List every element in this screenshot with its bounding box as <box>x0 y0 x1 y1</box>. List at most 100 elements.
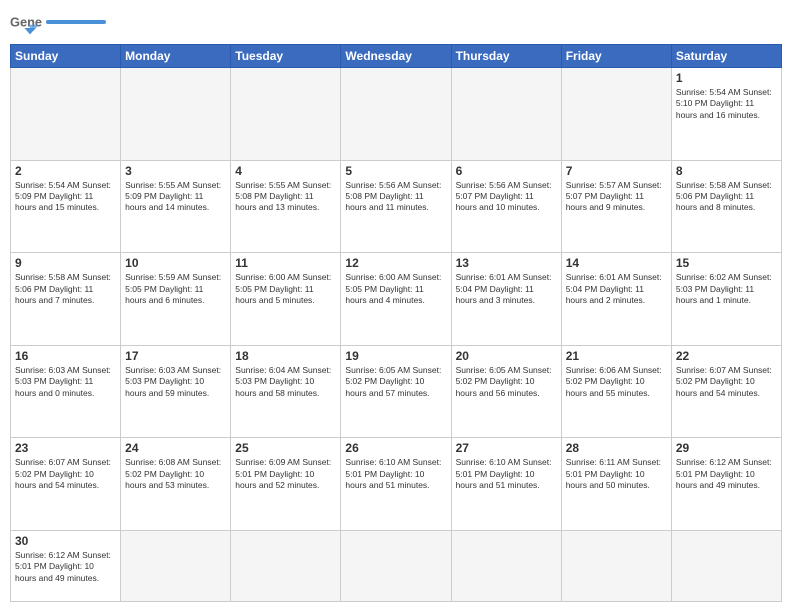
calendar-header-row: Sunday Monday Tuesday Wednesday Thursday… <box>11 45 782 68</box>
calendar-cell: 19Sunrise: 6:05 AM Sunset: 5:02 PM Dayli… <box>341 345 451 438</box>
calendar-cell: 18Sunrise: 6:04 AM Sunset: 5:03 PM Dayli… <box>231 345 341 438</box>
calendar-table: Sunday Monday Tuesday Wednesday Thursday… <box>10 44 782 602</box>
calendar-cell: 8Sunrise: 5:58 AM Sunset: 5:06 PM Daylig… <box>671 160 781 253</box>
page: General Sunday Monday Tuesday <box>0 0 792 612</box>
calendar-cell: 20 Sunrise: 6:05 AM Sunset: 5:02 PM Dayli… <box>451 345 561 438</box>
date-number: 14 <box>566 256 667 270</box>
calendar-cell: 26 Sunrise: 6:10 AM Sunset: 5:01 PM Dayli… <box>341 438 451 531</box>
calendar-cell <box>341 530 451 601</box>
cell-info: Sunrise: 5:57 AM Sunset: 5:07 PM Dayligh… <box>566 180 667 214</box>
cell-info: Sunrise: 5:56 AM Sunset: 5:07 PM Dayligh… <box>456 180 557 214</box>
calendar-cell <box>451 68 561 161</box>
calendar-cell: 15Sunrise: 6:02 AM Sunset: 5:03 PM Dayli… <box>671 253 781 346</box>
header-thursday: Thursday <box>451 45 561 68</box>
calendar-cell: 10Sunrise: 5:59 AM Sunset: 5:05 PM Dayli… <box>121 253 231 346</box>
date-number: 29 <box>676 441 777 455</box>
calendar-cell: 2 Sunrise: 5:54 AM Sunset: 5:09 PM Daylig… <box>11 160 121 253</box>
calendar-cell <box>231 530 341 601</box>
calendar-cell <box>561 68 671 161</box>
calendar-cell: 24 Sunrise: 6:08 AM Sunset: 5:02 PM Dayli… <box>121 438 231 531</box>
calendar-week-row: 30 Sunrise: 6:12 AM Sunset: 5:01 PM Dayli… <box>11 530 782 601</box>
calendar-cell: 22 Sunrise: 6:07 AM Sunset: 5:02 PM Dayli… <box>671 345 781 438</box>
cell-info: Sunrise: 6:07 AM Sunset: 5:02 PM Dayligh… <box>15 457 116 491</box>
cell-info: Sunrise: 6:12 AM Sunset: 5:01 PM Dayligh… <box>676 457 777 491</box>
calendar-cell: 14 Sunrise: 6:01 AM Sunset: 5:04 PM Dayli… <box>561 253 671 346</box>
logo-underline <box>46 16 106 28</box>
calendar-cell: 12Sunrise: 6:00 AM Sunset: 5:05 PM Dayli… <box>341 253 451 346</box>
cell-info: Sunrise: 6:12 AM Sunset: 5:01 PM Dayligh… <box>15 550 116 584</box>
date-number: 8 <box>676 164 777 178</box>
cell-info: Sunrise: 6:03 AM Sunset: 5:03 PM Dayligh… <box>125 365 226 399</box>
calendar-week-row: 1 Sunrise: 5:54 AM Sunset: 5:10 PM Daylig… <box>11 68 782 161</box>
date-number: 11 <box>235 256 336 270</box>
cell-info: Sunrise: 5:55 AM Sunset: 5:09 PM Dayligh… <box>125 180 226 214</box>
date-number: 2 <box>15 164 116 178</box>
header-wednesday: Wednesday <box>341 45 451 68</box>
cell-info: Sunrise: 6:07 AM Sunset: 5:02 PM Dayligh… <box>676 365 777 399</box>
calendar-week-row: 9 Sunrise: 5:58 AM Sunset: 5:06 PM Daylig… <box>11 253 782 346</box>
date-number: 20 <box>456 349 557 363</box>
date-number: 19 <box>345 349 446 363</box>
date-number: 21 <box>566 349 667 363</box>
calendar-cell: 3 Sunrise: 5:55 AM Sunset: 5:09 PM Daylig… <box>121 160 231 253</box>
date-number: 27 <box>456 441 557 455</box>
header-monday: Monday <box>121 45 231 68</box>
calendar-cell <box>671 530 781 601</box>
calendar-week-row: 2 Sunrise: 5:54 AM Sunset: 5:09 PM Daylig… <box>11 160 782 253</box>
calendar-cell <box>231 68 341 161</box>
date-number: 28 <box>566 441 667 455</box>
calendar-cell <box>11 68 121 161</box>
calendar-cell: 5Sunrise: 5:56 AM Sunset: 5:08 PM Daylig… <box>341 160 451 253</box>
cell-info: Sunrise: 6:05 AM Sunset: 5:02 PM Dayligh… <box>456 365 557 399</box>
calendar-cell: 23 Sunrise: 6:07 AM Sunset: 5:02 PM Dayli… <box>11 438 121 531</box>
date-number: 24 <box>125 441 226 455</box>
date-number: 1 <box>676 71 777 85</box>
calendar-cell: 27 Sunrise: 6:10 AM Sunset: 5:01 PM Dayli… <box>451 438 561 531</box>
cell-info: Sunrise: 5:55 AM Sunset: 5:08 PM Dayligh… <box>235 180 336 214</box>
cell-info: Sunrise: 6:09 AM Sunset: 5:01 PM Dayligh… <box>235 457 336 491</box>
header: General <box>10 10 782 38</box>
logo-icon: General <box>10 10 42 38</box>
calendar-cell: 4 Sunrise: 5:55 AM Sunset: 5:08 PM Daylig… <box>231 160 341 253</box>
cell-info: Sunrise: 6:10 AM Sunset: 5:01 PM Dayligh… <box>456 457 557 491</box>
cell-info: Sunrise: 5:56 AM Sunset: 5:08 PM Dayligh… <box>345 180 446 214</box>
date-number: 4 <box>235 164 336 178</box>
calendar-cell <box>121 530 231 601</box>
cell-info: Sunrise: 5:58 AM Sunset: 5:06 PM Dayligh… <box>15 272 116 306</box>
date-number: 30 <box>15 534 116 548</box>
header-sunday: Sunday <box>11 45 121 68</box>
cell-info: Sunrise: 5:54 AM Sunset: 5:09 PM Dayligh… <box>15 180 116 214</box>
calendar-cell: 29 Sunrise: 6:12 AM Sunset: 5:01 PM Dayli… <box>671 438 781 531</box>
cell-info: Sunrise: 5:59 AM Sunset: 5:05 PM Dayligh… <box>125 272 226 306</box>
date-number: 6 <box>456 164 557 178</box>
date-number: 16 <box>15 349 116 363</box>
header-tuesday: Tuesday <box>231 45 341 68</box>
calendar-cell: 28Sunrise: 6:11 AM Sunset: 5:01 PM Dayli… <box>561 438 671 531</box>
cell-info: Sunrise: 6:01 AM Sunset: 5:04 PM Dayligh… <box>566 272 667 306</box>
calendar-cell: 21 Sunrise: 6:06 AM Sunset: 5:02 PM Dayli… <box>561 345 671 438</box>
cell-info: Sunrise: 6:06 AM Sunset: 5:02 PM Dayligh… <box>566 365 667 399</box>
date-number: 7 <box>566 164 667 178</box>
calendar-cell: 11Sunrise: 6:00 AM Sunset: 5:05 PM Dayli… <box>231 253 341 346</box>
calendar-cell: 25Sunrise: 6:09 AM Sunset: 5:01 PM Dayli… <box>231 438 341 531</box>
header-friday: Friday <box>561 45 671 68</box>
date-number: 9 <box>15 256 116 270</box>
calendar-cell <box>561 530 671 601</box>
calendar-cell: 16 Sunrise: 6:03 AM Sunset: 5:03 PM Dayli… <box>11 345 121 438</box>
date-number: 22 <box>676 349 777 363</box>
date-number: 26 <box>345 441 446 455</box>
cell-info: Sunrise: 5:54 AM Sunset: 5:10 PM Dayligh… <box>676 87 777 121</box>
calendar-cell: 9 Sunrise: 5:58 AM Sunset: 5:06 PM Daylig… <box>11 253 121 346</box>
cell-info: Sunrise: 6:08 AM Sunset: 5:02 PM Dayligh… <box>125 457 226 491</box>
calendar-cell <box>341 68 451 161</box>
cell-info: Sunrise: 6:10 AM Sunset: 5:01 PM Dayligh… <box>345 457 446 491</box>
cell-info: Sunrise: 6:03 AM Sunset: 5:03 PM Dayligh… <box>15 365 116 399</box>
date-number: 3 <box>125 164 226 178</box>
date-number: 23 <box>15 441 116 455</box>
cell-info: Sunrise: 6:02 AM Sunset: 5:03 PM Dayligh… <box>676 272 777 306</box>
calendar-week-row: 23 Sunrise: 6:07 AM Sunset: 5:02 PM Dayli… <box>11 438 782 531</box>
calendar-cell: 30 Sunrise: 6:12 AM Sunset: 5:01 PM Dayli… <box>11 530 121 601</box>
calendar-cell: 13Sunrise: 6:01 AM Sunset: 5:04 PM Dayli… <box>451 253 561 346</box>
cell-info: Sunrise: 6:01 AM Sunset: 5:04 PM Dayligh… <box>456 272 557 306</box>
header-saturday: Saturday <box>671 45 781 68</box>
